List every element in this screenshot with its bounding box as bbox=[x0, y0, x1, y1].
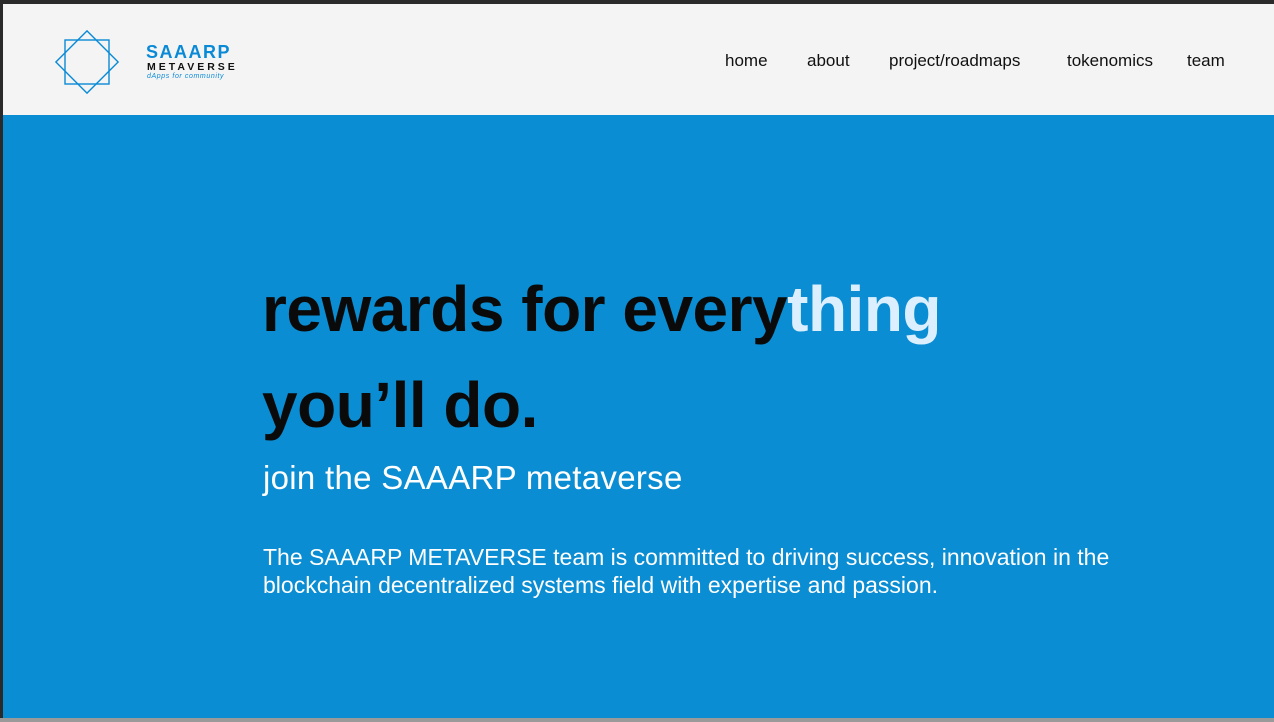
brand-tagline: dApps for community bbox=[147, 73, 225, 80]
hero-section: rewards for everything you’ll do. join th… bbox=[3, 115, 1274, 718]
page: SAAARP METAVERSE dApps for community hom… bbox=[3, 4, 1274, 718]
headline-line-2: you’ll do. bbox=[262, 369, 538, 441]
headline-highlight: thing bbox=[787, 273, 941, 345]
nav-item-project-roadmaps[interactable]: project/roadmaps bbox=[889, 50, 1020, 72]
brand-title: SAAARP bbox=[146, 42, 232, 62]
brand-logo[interactable]: SAAARP METAVERSE dApps for community bbox=[51, 26, 251, 96]
nav-item-tokenomics[interactable]: tokenomics bbox=[1067, 50, 1153, 72]
site-header: SAAARP METAVERSE dApps for community hom… bbox=[3, 4, 1274, 115]
hero-description: The SAAARP METAVERSE team is committed t… bbox=[263, 544, 1110, 598]
headline-text: rewards for every bbox=[262, 273, 788, 345]
nav-item-team[interactable]: team bbox=[1187, 50, 1225, 72]
hero-headline: rewards for everything you’ll do. bbox=[262, 261, 941, 453]
nav-item-about[interactable]: about bbox=[807, 50, 850, 72]
window-bottom-edge bbox=[0, 718, 1274, 722]
nav-item-home[interactable]: home bbox=[725, 50, 768, 72]
logo-diamond-icon bbox=[54, 29, 120, 95]
hero-subheading: join the SAAARP metaverse bbox=[263, 459, 683, 496]
